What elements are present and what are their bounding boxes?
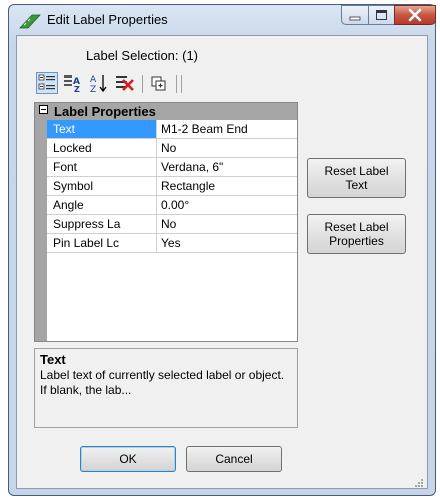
property-row-locked[interactable]: Locked No: [47, 139, 297, 158]
label-selection-count: Label Selection: (1): [86, 48, 199, 63]
property-name: Text: [47, 120, 157, 138]
window-title: Edit Label Properties: [47, 12, 168, 27]
button-label: Text: [345, 178, 368, 192]
ok-button[interactable]: OK: [80, 446, 176, 472]
grid-gutter: [35, 119, 47, 341]
button-label: Properties: [329, 234, 384, 248]
property-value[interactable]: No: [158, 139, 300, 157]
property-value[interactable]: 0.00°: [158, 196, 300, 214]
alphabetical-sort-button[interactable]: A Z: [88, 72, 110, 95]
minimize-icon: [349, 16, 361, 21]
property-grid: Label Properties Text M1-2 Beam End Lock…: [34, 102, 298, 342]
description-text: Label text of currently selected label o…: [40, 368, 285, 397]
button-label: Reset Label: [324, 164, 389, 178]
category-label: Label Properties: [54, 104, 156, 119]
property-value[interactable]: Yes: [158, 234, 300, 252]
description-panel: Text Label text of currently selected la…: [34, 348, 298, 428]
resize-grip-icon[interactable]: [414, 478, 424, 488]
property-name: Angle: [47, 196, 157, 214]
toolbar-separator: [181, 75, 182, 93]
button-label: Reset Label: [324, 220, 389, 234]
property-pages-button[interactable]: A Z: [62, 72, 84, 94]
svg-text:A: A: [90, 75, 97, 85]
property-value[interactable]: Verdana, 6": [158, 158, 300, 176]
toolbar-separator: [176, 75, 177, 93]
property-name: Symbol: [47, 177, 157, 195]
categorized-icon: [38, 74, 55, 90]
property-name: Locked: [47, 139, 157, 157]
property-name: Pin Label Lc: [47, 234, 157, 252]
delete-icon: [116, 76, 134, 91]
category-row[interactable]: Label Properties: [35, 103, 297, 120]
property-row-symbol[interactable]: Symbol Rectangle: [47, 177, 297, 196]
categorized-button[interactable]: [36, 72, 58, 94]
reset-label-properties-button[interactable]: Reset Label Properties: [307, 214, 406, 254]
property-value[interactable]: M1-2 Beam End: [158, 120, 300, 138]
measure-icon: [19, 14, 41, 29]
collapse-icon[interactable]: [39, 105, 48, 114]
reset-label-text-button[interactable]: Reset Label Text: [307, 158, 406, 198]
property-value[interactable]: No: [158, 215, 300, 233]
close-button[interactable]: [394, 5, 436, 25]
maximize-button[interactable]: [368, 5, 395, 25]
property-row-pin-label[interactable]: Pin Label Lc Yes: [47, 234, 297, 253]
property-value[interactable]: Rectangle: [158, 177, 300, 195]
svg-text:Z: Z: [90, 85, 96, 94]
toolbar-separator: [142, 75, 143, 93]
property-name: Font: [47, 158, 157, 176]
minimize-button[interactable]: [341, 5, 369, 25]
property-row-suppress-label[interactable]: Suppress La No: [47, 215, 297, 234]
property-row-font[interactable]: Font Verdana, 6": [47, 158, 297, 177]
delete-button[interactable]: [114, 72, 136, 94]
title-bar[interactable]: Edit Label Properties: [9, 5, 436, 35]
property-row-text[interactable]: Text M1-2 Beam End: [47, 120, 297, 139]
property-name: Suppress La: [47, 215, 157, 233]
maximize-icon: [376, 10, 387, 20]
copy-icon: [151, 76, 166, 91]
cancel-button[interactable]: Cancel: [186, 446, 282, 472]
svg-text:Z: Z: [74, 85, 80, 94]
description-title: Text: [40, 352, 66, 367]
property-row-angle[interactable]: Angle 0.00°: [47, 196, 297, 215]
property-pages-icon: A Z: [64, 75, 80, 94]
copy-button[interactable]: [148, 72, 170, 94]
property-grid-toolbar: A Z A Z: [36, 72, 236, 96]
alphabetical-sort-icon: A Z: [90, 75, 107, 95]
close-icon: [408, 8, 422, 22]
